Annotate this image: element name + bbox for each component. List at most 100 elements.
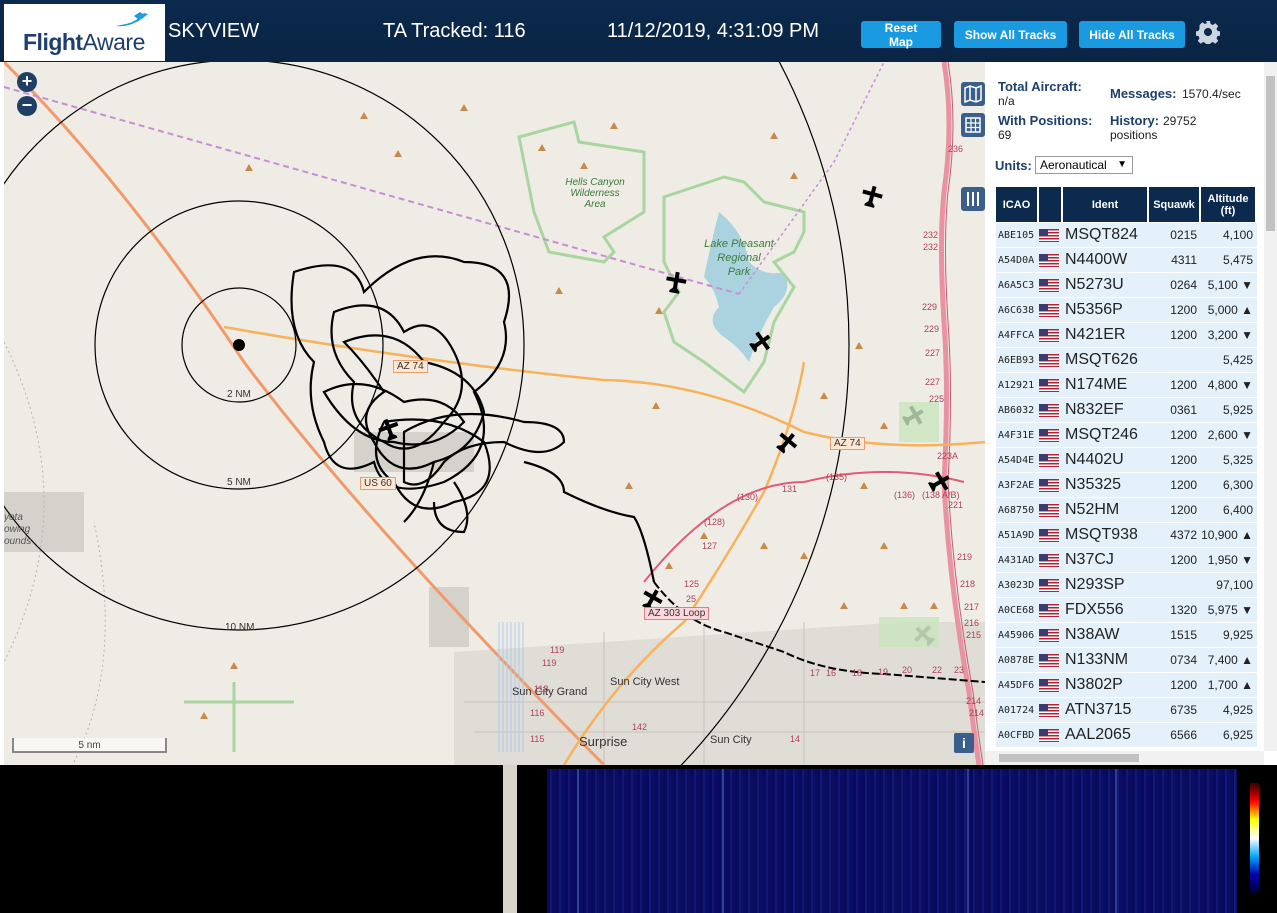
- us-flag-icon: [1039, 304, 1059, 318]
- milestone: 125: [684, 579, 700, 589]
- cell-ident: MSQT824: [1063, 223, 1149, 247]
- cell-squawk: 4311: [1149, 248, 1201, 272]
- table-row[interactable]: A54D0A N4400W 4311 5,475: [996, 248, 1257, 272]
- map-canvas[interactable]: 2 NM 5 NM 10 NM Hells Canyon Wilderness …: [4, 62, 985, 765]
- column-header-ident[interactable]: Ident: [1063, 187, 1149, 222]
- column-header-squawk[interactable]: Squawk: [1149, 187, 1201, 222]
- table-row[interactable]: ABE105 MSQT824 0215 4,100: [996, 223, 1257, 247]
- place-line: Area: [584, 199, 606, 210]
- reset-map-button[interactable]: Reset Map: [861, 21, 941, 49]
- table-row[interactable]: A45906 N38AW 1515 9,925: [996, 623, 1257, 647]
- scroll-thumb[interactable]: [1266, 76, 1275, 231]
- cell-squawk: 6735: [1149, 698, 1201, 722]
- range-label-2nm: 2 NM: [227, 389, 251, 400]
- show-all-tracks-button[interactable]: Show All Tracks: [954, 21, 1067, 48]
- cell-flag: [1039, 548, 1063, 572]
- place-line: Lake Pleasant: [704, 238, 774, 250]
- milestone: (130): [737, 492, 759, 502]
- cell-altitude: 5,425: [1201, 348, 1257, 372]
- map-info-button[interactable]: i: [954, 733, 974, 753]
- cell-flag: [1039, 273, 1063, 297]
- table-row[interactable]: A51A9D MSQT938 4372 10,900 ▲: [996, 523, 1257, 547]
- milestone: 119: [550, 645, 565, 655]
- table-row[interactable]: A54D4E N4402U 1200 5,325: [996, 448, 1257, 472]
- cell-icao: A68750: [996, 498, 1039, 522]
- cell-flag: [1039, 473, 1063, 497]
- cell-flag: [1039, 648, 1063, 672]
- table-row[interactable]: A01724 ATN3715 6735 4,925: [996, 698, 1257, 722]
- zoom-out-button[interactable]: −: [17, 96, 37, 116]
- table-horizontal-scrollbar[interactable]: [985, 751, 1264, 765]
- cell-flag: [1039, 298, 1063, 322]
- gear-icon[interactable]: [1196, 20, 1220, 44]
- table-row[interactable]: A0CE68 FDX556 1320 5,975 ▼: [996, 598, 1257, 622]
- us-flag-icon: [1039, 529, 1059, 543]
- cell-ident: N293SP: [1063, 573, 1149, 597]
- table-row[interactable]: A0CFBD AAL2065 6566 6,925: [996, 723, 1257, 747]
- milestone: 23: [954, 665, 965, 675]
- table-row[interactable]: A0878E N133NM 0734 7,400 ▲: [996, 648, 1257, 672]
- table-row[interactable]: A45DF6 N3802P 1200 1,700 ▲: [996, 673, 1257, 697]
- table-row[interactable]: A12921 N174ME 1200 4,800 ▼: [996, 373, 1257, 397]
- milestone: 142: [632, 722, 648, 732]
- hide-all-tracks-button[interactable]: Hide All Tracks: [1079, 21, 1185, 48]
- table-row[interactable]: A3023D N293SP 97,100: [996, 573, 1257, 597]
- cell-flag: [1039, 523, 1063, 547]
- place-sun-city: Sun City: [710, 734, 752, 746]
- cell-flag: [1039, 723, 1063, 747]
- aircraft-table[interactable]: ICAO Ident Squawk Altitude (ft) ABE105 MS…: [996, 186, 1257, 751]
- us-flag-icon: [1039, 379, 1059, 393]
- cell-altitude: 5,325: [1201, 448, 1257, 472]
- cell-ident: AAL2065: [1063, 723, 1149, 747]
- flightaware-logo[interactable]: FlightAware: [4, 4, 165, 61]
- page-title: SKYVIEW: [168, 20, 260, 42]
- milestone: 232: [923, 242, 939, 252]
- table-row[interactable]: A6A5C3 N5273U 0264 5,100 ▼: [996, 273, 1257, 297]
- grid-toggle-button[interactable]: [961, 113, 985, 137]
- cell-flag: [1039, 398, 1063, 422]
- zoom-in-button[interactable]: +: [17, 72, 37, 92]
- cell-squawk: 0361: [1149, 398, 1201, 422]
- table-vertical-scrollbar[interactable]: [1264, 62, 1277, 751]
- table-row[interactable]: A68750 N52HM 1200 6,400: [996, 498, 1257, 522]
- milestone: 22: [932, 665, 943, 675]
- milestone: 19: [878, 667, 889, 677]
- milestone: 20: [902, 665, 913, 675]
- place-line: Regional: [717, 252, 761, 264]
- cell-squawk: 1515: [1149, 623, 1201, 647]
- column-header-icao[interactable]: ICAO: [996, 187, 1039, 222]
- columns-toggle-button[interactable]: [961, 187, 985, 211]
- column-header-altitude[interactable]: Altitude (ft): [1201, 187, 1257, 222]
- milestone: 225: [929, 394, 945, 404]
- cell-squawk: 1200: [1149, 373, 1201, 397]
- units-select[interactable]: Aeronautical ▼: [1035, 156, 1133, 174]
- us-flag-icon: [1039, 479, 1059, 493]
- table-row[interactable]: A3F2AE N35325 1200 6,300: [996, 473, 1257, 497]
- scroll-thumb[interactable]: [999, 754, 1139, 762]
- cell-ident: N5273U: [1063, 273, 1149, 297]
- map-layers-button[interactable]: [961, 82, 985, 106]
- place-sun-city-grand: Sun City Grand: [512, 686, 588, 698]
- milestone: 223A: [937, 451, 959, 461]
- table-row[interactable]: A431AD N37CJ 1200 1,950 ▼: [996, 548, 1257, 572]
- table-row[interactable]: A6EB93 MSQT626 5,425: [996, 348, 1257, 372]
- history-label: History:: [1110, 113, 1160, 128]
- cell-squawk: [1149, 573, 1201, 597]
- table-row[interactable]: A4F31E MSQT246 1200 2,600 ▼: [996, 423, 1257, 447]
- total-aircraft-value: n/a: [998, 94, 1015, 108]
- cell-altitude: 9,925: [1201, 623, 1257, 647]
- milestone: 236: [948, 144, 964, 154]
- table-row[interactable]: A4FFCA N421ER 1200 3,200 ▼: [996, 323, 1257, 347]
- column-header-flag[interactable]: [1039, 187, 1063, 222]
- cell-squawk: [1149, 348, 1201, 372]
- panel-divider[interactable]: [503, 765, 517, 913]
- cell-ident: N5356P: [1063, 298, 1149, 322]
- table-row[interactable]: A6C638 N5356P 1200 5,000 ▲: [996, 298, 1257, 322]
- milestone: 115: [530, 734, 545, 744]
- cell-ident: N38AW: [1063, 623, 1149, 647]
- us-flag-icon: [1039, 554, 1059, 568]
- milestone: (136): [894, 490, 916, 500]
- cell-altitude: 6,400: [1201, 498, 1257, 522]
- cell-squawk: 1200: [1149, 473, 1201, 497]
- table-row[interactable]: AB6032 N832EF 0361 5,925: [996, 398, 1257, 422]
